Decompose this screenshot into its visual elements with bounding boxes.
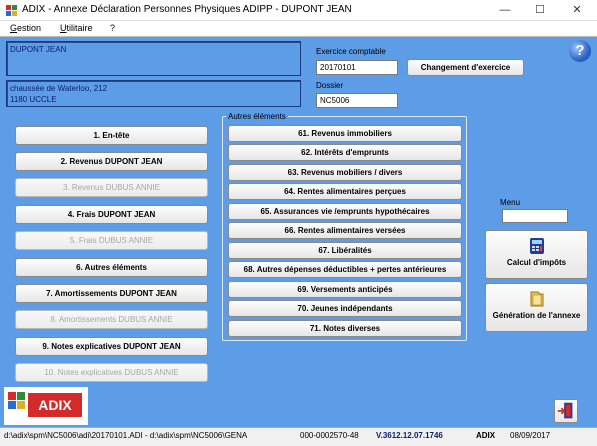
- autres-67-button[interactable]: 67. Libéralités: [228, 242, 462, 259]
- generation-annexe-button[interactable]: Génération de l'annexe: [485, 283, 588, 332]
- status-path: d:\adix\spm\NC5006\adi\20170101.ADI - d:…: [4, 431, 248, 440]
- menu-gestion[interactable]: Gestion: [10, 23, 41, 33]
- status-date: 08/09/2017: [510, 431, 551, 440]
- section-2-button[interactable]: 2. Revenus DUPONT JEAN: [15, 152, 208, 171]
- section-10-button[interactable]: 10. Notes explicatives DUBUS ANNIE: [15, 363, 208, 382]
- window-title: ADIX - Annexe Déclaration Personnes Phys…: [22, 4, 352, 15]
- address-line-1: chaussée de Waterloo, 212: [10, 84, 108, 93]
- autres-62-button[interactable]: 62. Intérêts d'emprunts: [228, 144, 462, 161]
- maximize-button[interactable]: ☐: [523, 0, 557, 21]
- autres-63-button[interactable]: 63. Revenus mobiliers / divers: [228, 164, 462, 181]
- status-code: 000-0002570-48: [300, 431, 359, 440]
- section-1-button[interactable]: 1. En-tête: [15, 126, 208, 145]
- client-address-box: chaussée de Waterloo, 212 1180 UCCLE: [6, 80, 301, 107]
- status-app: ADIX: [476, 431, 496, 440]
- section-8-button[interactable]: 8. Amortissements DUBUS ANNIE: [15, 310, 208, 329]
- address-line-2: 1180 UCCLE: [10, 95, 57, 104]
- minimize-button[interactable]: —: [488, 0, 522, 21]
- app-icon: [6, 5, 17, 16]
- help-icon[interactable]: ?: [569, 40, 591, 62]
- menu-help[interactable]: ?: [110, 23, 115, 33]
- menu-input[interactable]: [502, 209, 568, 223]
- section-3-button[interactable]: 3. Revenus DUBUS ANNIE: [15, 178, 208, 197]
- status-bar: d:\adix\spm\NC5006\adi\20170101.ADI - d:…: [0, 427, 597, 446]
- section-7-button[interactable]: 7. Amortissements DUPONT JEAN: [15, 284, 208, 303]
- section-5-button[interactable]: 5. Frais DUBUS ANNIE: [15, 231, 208, 250]
- adix-logo: ADIX: [4, 387, 88, 425]
- section-6-button[interactable]: 6. Autres éléments: [15, 258, 208, 277]
- change-exercice-button[interactable]: Changement d'exercice: [407, 59, 524, 76]
- logo-text: ADIX: [28, 393, 82, 417]
- autres-64-button[interactable]: 64. Rentes alimentaires perçues: [228, 183, 462, 200]
- calcul-impots-button[interactable]: Calcul d'impôts: [485, 230, 588, 279]
- exercice-label: Exercice comptable: [316, 47, 386, 56]
- exercice-field[interactable]: 20170101: [316, 60, 398, 75]
- status-version: V.3612.12.07.1746: [376, 431, 443, 440]
- folder-icon: [530, 291, 543, 307]
- menu-bar: Gestion Utilitaire ?: [0, 21, 597, 37]
- section-4-button[interactable]: 4. Frais DUPONT JEAN: [15, 205, 208, 224]
- menu-utilitaire[interactable]: Utilitaire: [60, 23, 93, 33]
- autres-69-button[interactable]: 69. Versements anticipés: [228, 281, 462, 298]
- calculator-icon: [529, 238, 544, 254]
- autres-71-button[interactable]: 71. Notes diverses: [228, 320, 462, 337]
- main-panel: DUPONT JEAN chaussée de Waterloo, 212 11…: [0, 37, 597, 427]
- generation-annexe-label: Génération de l'annexe: [492, 311, 581, 320]
- autres-65-button[interactable]: 65. Assurances vie /emprunts hypothécair…: [228, 203, 462, 220]
- autres-68-button[interactable]: 68. Autres dépenses déductibles + pertes…: [228, 261, 462, 278]
- client-name-box: DUPONT JEAN: [6, 41, 301, 76]
- calcul-impots-label: Calcul d'impôts: [506, 258, 567, 267]
- autres-70-button[interactable]: 70. Jeunes indépendants: [228, 300, 462, 317]
- exit-door-icon: [557, 402, 573, 419]
- client-name: DUPONT JEAN: [10, 45, 67, 54]
- dossier-label: Dossier: [316, 81, 344, 90]
- menu-label: Menu: [500, 198, 521, 207]
- autres-elements-title: Autres éléments: [226, 112, 288, 121]
- autres-61-button[interactable]: 61. Revenus immobiliers: [228, 125, 462, 142]
- close-button[interactable]: ✕: [560, 0, 594, 21]
- section-9-button[interactable]: 9. Notes explicatives DUPONT JEAN: [15, 337, 208, 356]
- dossier-field[interactable]: NC5006: [316, 93, 398, 108]
- autres-66-button[interactable]: 66. Rentes alimentaires versées: [228, 222, 462, 239]
- title-bar: ADIX - Annexe Déclaration Personnes Phys…: [0, 0, 597, 21]
- exit-button[interactable]: [554, 399, 578, 423]
